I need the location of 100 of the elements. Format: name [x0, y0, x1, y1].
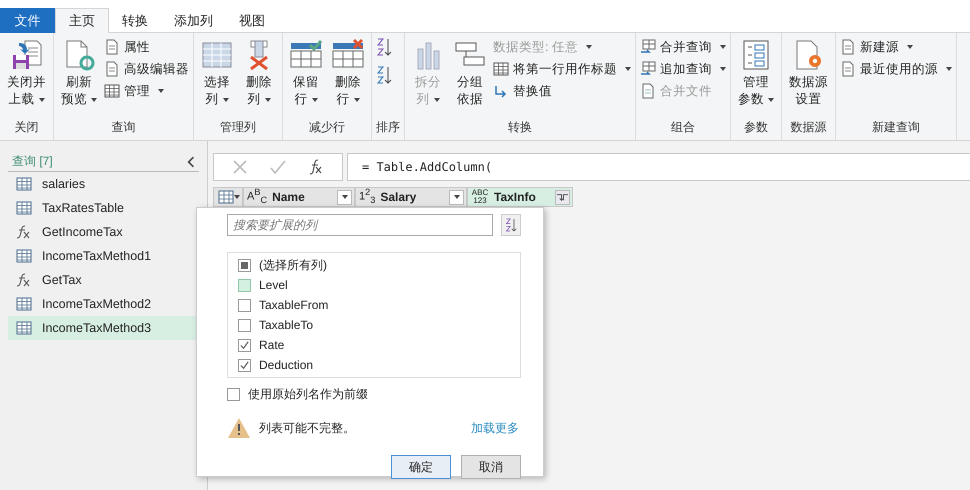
checkbox[interactable] [238, 338, 251, 352]
ribbon-tab[interactable]: 添加列 [161, 8, 226, 33]
checkbox-label: (选择所有列) [259, 256, 327, 274]
queries-title: 查询 [7] [12, 153, 53, 170]
table-icon [16, 297, 32, 311]
group-label: 管理列 [219, 119, 257, 136]
document-icon [104, 39, 120, 55]
group-label: 数据源 [790, 119, 828, 136]
caret-icon [768, 98, 774, 102]
table-menu-button[interactable] [213, 187, 243, 207]
table-arrow-icon [640, 61, 656, 77]
checkbox[interactable] [238, 258, 251, 272]
table-icon [104, 83, 120, 99]
ribbon-button[interactable]: 属性 [104, 37, 189, 57]
warning-text: 列表可能不完整。 [259, 420, 356, 436]
dialog-button[interactable]: 取消 [461, 455, 521, 479]
file-tab[interactable]: 文件 [0, 8, 55, 33]
table-icon [16, 201, 32, 215]
caret-icon [586, 45, 592, 49]
group-label: 新建查询 [871, 119, 921, 136]
checkbox[interactable] [227, 388, 240, 401]
ribbon-button[interactable]: 最近使用的源 [840, 59, 952, 79]
query-item[interactable]: IncomeTaxMethod2 [8, 292, 196, 316]
ribbon-button[interactable]: 选择 列 [198, 37, 236, 119]
filter-button[interactable] [449, 190, 464, 204]
ribbon-button[interactable]: 数据源 设置 [786, 37, 831, 119]
caret-icon [91, 98, 97, 102]
table-icon [16, 249, 32, 263]
group-label: 参数 [743, 119, 769, 136]
group-label: 关闭 [14, 119, 40, 136]
ribbon-button[interactable]: 管理 参数 [735, 37, 777, 119]
ribbon-tab[interactable]: 主页 [55, 8, 109, 33]
sort-button[interactable] [501, 214, 521, 236]
ribbon-button[interactable]: 刷新 预览 [58, 37, 100, 119]
function-icon [16, 225, 32, 239]
table-icon [493, 61, 509, 77]
ribbon-tab[interactable]: 视图 [226, 8, 278, 33]
load-more-link[interactable]: 加载更多 [471, 420, 519, 436]
checkbox-label: TaxableFrom [259, 298, 328, 312]
group-label: 减少行 [308, 119, 346, 136]
expand-icon[interactable] [555, 190, 570, 204]
column-header[interactable]: 1$^{2}$$_{3}$ Salary [355, 187, 467, 207]
caret-icon [434, 98, 440, 102]
column-name: Name [272, 190, 306, 204]
query-item[interactable]: TaxRatesTable [8, 196, 196, 220]
ribbon-button[interactable]: 删除 行 [329, 37, 367, 119]
table-arrow-icon [640, 39, 656, 55]
type-label: ABC 123 [471, 189, 489, 205]
ribbon-button[interactable]: 关闭并 上载 [4, 37, 49, 119]
checkbox[interactable] [238, 298, 251, 312]
ribbon-button[interactable]: 分组 依据 [451, 37, 489, 119]
column-name: Salary [380, 190, 418, 204]
caret-icon [625, 67, 631, 71]
document-icon [640, 83, 656, 99]
checkbox-label: Level [259, 278, 288, 292]
caret-icon [312, 98, 318, 102]
ribbon-button[interactable]: 追加查询 [640, 59, 726, 79]
checkbox[interactable] [238, 318, 251, 332]
group-label: 排序 [376, 119, 400, 136]
sort-ascending-icon[interactable] [376, 37, 392, 57]
caret-icon [720, 67, 726, 71]
document-icon [840, 39, 856, 55]
function-icon[interactable] [308, 159, 324, 175]
ribbon-button[interactable]: 替换值 [493, 81, 631, 101]
filter-button[interactable] [337, 190, 352, 204]
table-icon [218, 190, 234, 204]
checkbox-label: 使用原始列名作为前缀 [248, 386, 368, 403]
ribbon-button[interactable]: 合并查询 [640, 37, 726, 57]
checkbox-label: TaxableTo [259, 318, 314, 332]
checkbox[interactable] [238, 358, 251, 372]
checkbox-label: Rate [259, 338, 284, 352]
checkbox-label: Deduction [259, 358, 314, 372]
formula-field[interactable]: = Table.AddColumn( [347, 153, 970, 181]
query-item[interactable]: IncomeTaxMethod3 [8, 316, 196, 340]
search-field[interactable]: 搜索要扩展的列 [227, 214, 494, 236]
ribbon-tab[interactable]: 转换 [109, 8, 161, 33]
query-item[interactable]: GetIncomeTax [8, 220, 196, 244]
check-icon[interactable] [270, 159, 286, 175]
ribbon-button[interactable]: 新建源 [840, 37, 952, 57]
function-icon [16, 273, 32, 287]
column-header[interactable]: A$^{B}$$_{C}$ Name [243, 187, 355, 207]
query-item[interactable]: salaries [8, 172, 196, 196]
caret-icon [38, 98, 44, 102]
ribbon-button[interactable]: 管理 [104, 81, 189, 101]
replace-arrow-icon [493, 83, 509, 99]
caret-icon [907, 45, 913, 49]
sort-ascending-icon [505, 217, 518, 233]
collapse-chevron-icon[interactable] [187, 156, 195, 168]
ribbon-button[interactable]: 将第一行用作标题 [493, 59, 631, 79]
group-label: 组合 [670, 119, 696, 136]
checkbox[interactable] [238, 278, 251, 292]
caret-icon [264, 98, 270, 102]
dialog-button[interactable]: 确定 [391, 455, 451, 479]
caret-icon [354, 98, 360, 102]
sort-descending-icon[interactable] [376, 65, 392, 85]
ribbon-button[interactable]: 高级编辑器 [104, 59, 189, 79]
ribbon-button[interactable]: 删除 列 [240, 37, 278, 119]
ribbon-button[interactable]: 保留 行 [287, 37, 325, 119]
query-item[interactable]: IncomeTaxMethod1 [8, 244, 196, 268]
query-item[interactable]: GetTax [8, 268, 196, 292]
